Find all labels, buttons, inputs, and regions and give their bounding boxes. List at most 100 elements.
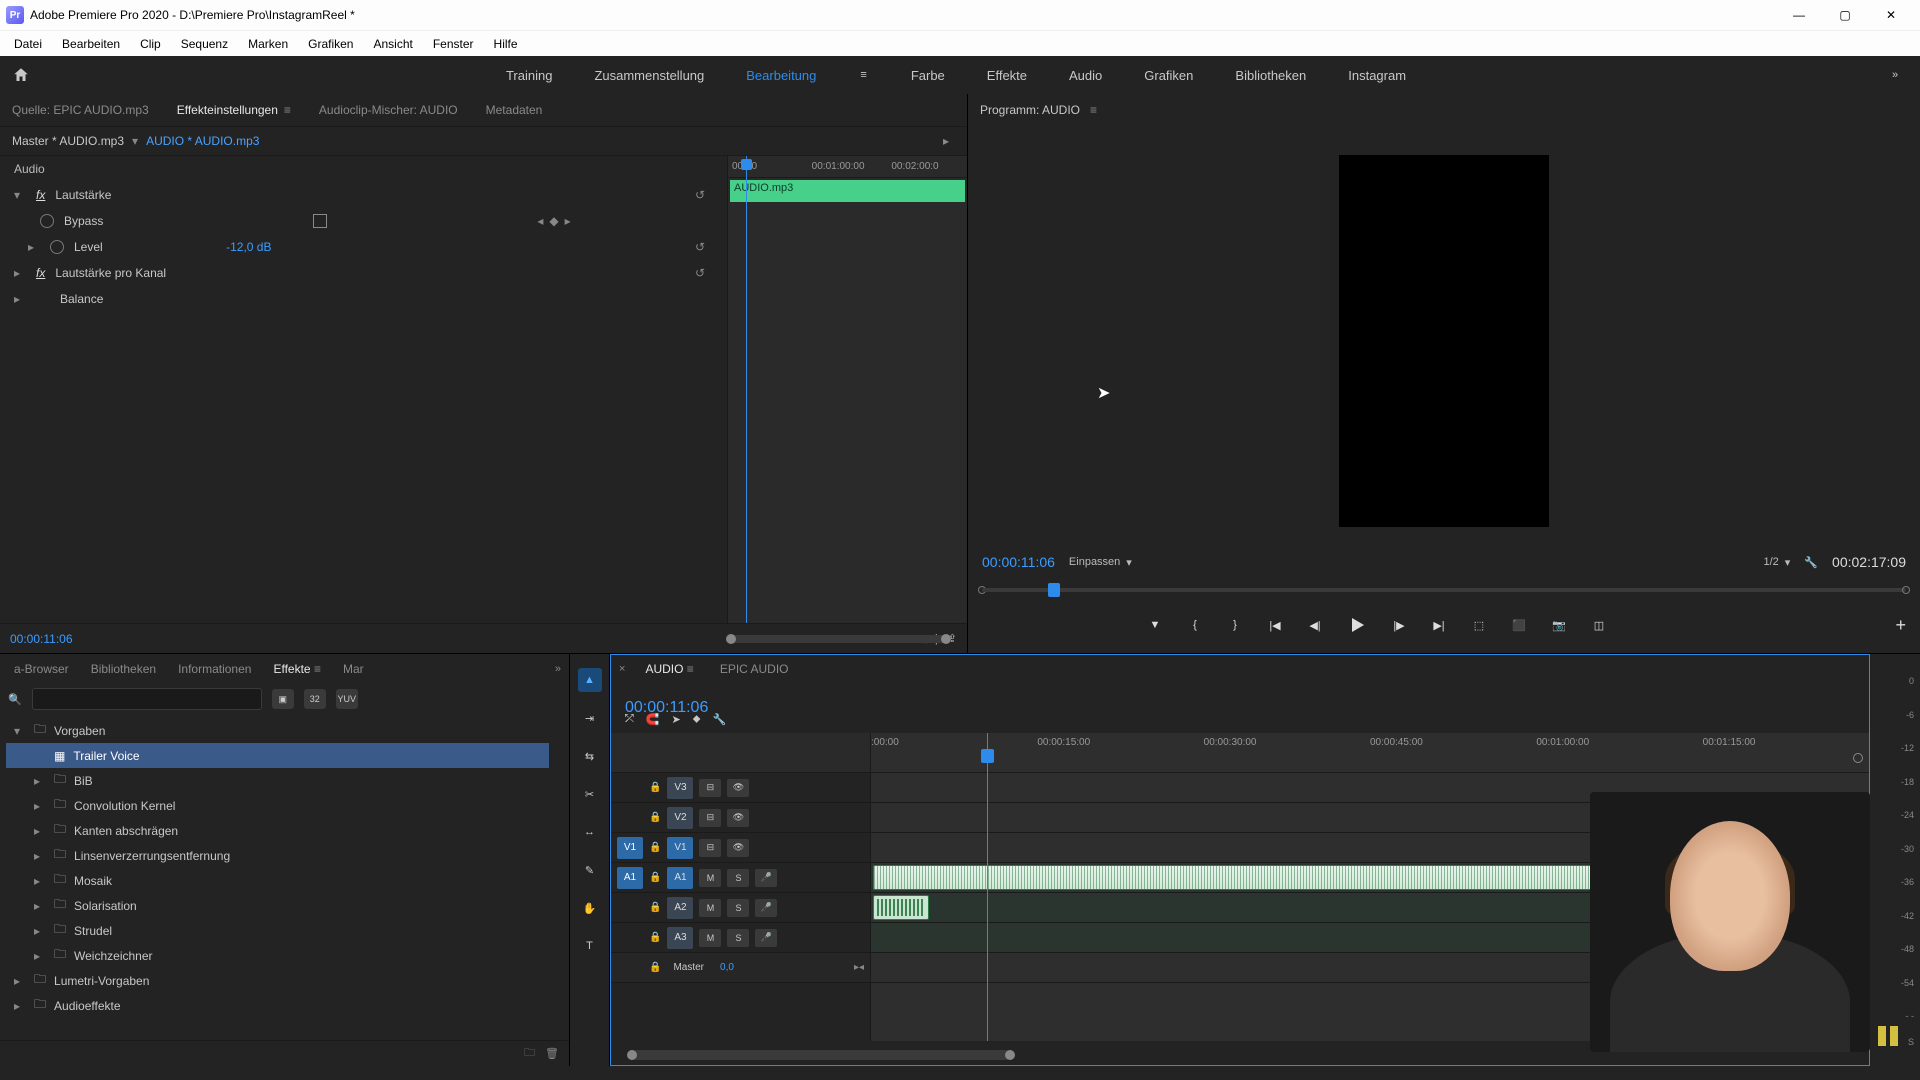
- sync-lock-icon[interactable]: ⊟: [699, 809, 721, 827]
- level-value[interactable]: -12,0 dB: [226, 240, 271, 254]
- tree-node-audiofx[interactable]: ▸🗀Audioeffekte: [6, 993, 549, 1018]
- tree-node-solar[interactable]: ▸🗀Solarisation: [6, 893, 549, 918]
- program-playhead[interactable]: [1048, 583, 1060, 597]
- settings-icon[interactable]: 🔧: [712, 713, 726, 726]
- tab-info[interactable]: Informationen: [172, 658, 257, 680]
- go-to-out-button[interactable]: ▶|: [1426, 612, 1452, 638]
- timeline-ruler[interactable]: :00:00 00:00:15:00 00:00:30:00 00:00:45:…: [871, 733, 1869, 773]
- ws-training[interactable]: Training: [502, 62, 556, 89]
- tree-node-bevel[interactable]: ▸🗀Kanten abschrägen: [6, 818, 549, 843]
- level-keyframe-toggle[interactable]: [50, 240, 64, 254]
- audio-clip-short[interactable]: [873, 895, 929, 920]
- program-viewport[interactable]: [968, 134, 1920, 547]
- menu-ansicht[interactable]: Ansicht: [363, 37, 422, 51]
- play-button[interactable]: [1342, 610, 1372, 640]
- lock-icon[interactable]: 🔒: [649, 902, 661, 913]
- ripple-edit-tool[interactable]: ⇆: [578, 744, 602, 768]
- marker-icon[interactable]: ⬥: [693, 713, 701, 726]
- tree-node-convolution[interactable]: ▸🗀Convolution Kernel: [6, 793, 549, 818]
- tab-markers[interactable]: Mar: [337, 658, 370, 680]
- linked-selection-toggle[interactable]: 🧲: [646, 713, 660, 726]
- timeline-tab-epic-audio[interactable]: EPIC AUDIO: [714, 658, 795, 680]
- menu-sequenz[interactable]: Sequenz: [171, 37, 238, 51]
- eye-icon[interactable]: 👁: [727, 809, 749, 827]
- ws-instagram[interactable]: Instagram: [1344, 62, 1410, 89]
- fx-toggle[interactable]: fx: [36, 188, 45, 202]
- menu-bearbeiten[interactable]: Bearbeiten: [52, 37, 130, 51]
- menu-clip[interactable]: Clip: [130, 37, 171, 51]
- solo-button[interactable]: S: [727, 869, 749, 887]
- fx-badge-accelerated[interactable]: ▣: [272, 689, 294, 709]
- source-timecode[interactable]: 00:00:11:06: [10, 632, 73, 646]
- tab-metadata[interactable]: Metadaten: [480, 99, 549, 121]
- lock-icon[interactable]: 🔒: [649, 812, 661, 823]
- ws-menu-icon[interactable]: ≡: [854, 69, 872, 81]
- maximize-button[interactable]: ▢: [1822, 0, 1868, 30]
- next-keyframe-icon[interactable]: ▸: [565, 214, 571, 228]
- mark-in-button[interactable]: {: [1182, 612, 1208, 638]
- tree-node-lens[interactable]: ▸🗀Linsenverzerrungsentfernung: [6, 843, 549, 868]
- track-header-v1[interactable]: V1🔒V1⊟👁: [611, 833, 870, 863]
- reset-volume-icon[interactable]: ↺: [695, 188, 705, 202]
- track-select-tool[interactable]: ⇥: [578, 706, 602, 730]
- close-tab-icon[interactable]: ×: [619, 663, 625, 675]
- lock-icon[interactable]: 🔒: [649, 782, 661, 793]
- mute-button[interactable]: M: [699, 929, 721, 947]
- tab-source[interactable]: Quelle: EPIC AUDIO.mp3: [6, 99, 155, 121]
- tree-node-twirl[interactable]: ▸🗀Strudel: [6, 918, 549, 943]
- new-bin-icon[interactable]: 🗀: [524, 1044, 535, 1063]
- bypass-keyframe-toggle[interactable]: [40, 214, 54, 228]
- lock-icon[interactable]: 🔒: [649, 962, 661, 973]
- timeline-zoom-scroll[interactable]: [631, 1050, 1011, 1060]
- tree-node-blur[interactable]: ▸🗀Weichzeichner: [6, 943, 549, 968]
- caret-down-icon[interactable]: ▾: [14, 188, 26, 202]
- tree-node-trailer-voice[interactable]: ▦Trailer Voice: [6, 743, 549, 768]
- sequence-clip-link[interactable]: AUDIO * AUDIO.mp3: [146, 134, 259, 148]
- pen-tool[interactable]: ✎: [578, 858, 602, 882]
- ws-bibliotheken[interactable]: Bibliotheken: [1231, 62, 1310, 89]
- eye-icon[interactable]: 👁: [727, 839, 749, 857]
- program-timecode[interactable]: 00:00:11:06: [982, 554, 1055, 570]
- lock-icon[interactable]: 🔒: [649, 872, 661, 883]
- program-scrubber[interactable]: [982, 577, 1906, 603]
- lock-icon[interactable]: 🔒: [649, 932, 661, 943]
- minimize-button[interactable]: —: [1776, 0, 1822, 30]
- timeline-playhead[interactable]: [987, 733, 988, 1041]
- prev-keyframe-icon[interactable]: ◂: [537, 214, 543, 228]
- mute-button[interactable]: M: [699, 869, 721, 887]
- ws-farbe[interactable]: Farbe: [907, 62, 949, 89]
- effects-search-input[interactable]: [32, 688, 262, 710]
- track-header-a2[interactable]: 🔒A2MS🎤: [611, 893, 870, 923]
- menu-hilfe[interactable]: Hilfe: [484, 37, 528, 51]
- expand-icon[interactable]: ▸◂: [854, 962, 864, 973]
- type-tool[interactable]: T: [578, 934, 602, 958]
- selection-tool[interactable]: ▲: [578, 668, 602, 692]
- home-button[interactable]: [0, 66, 42, 84]
- add-marker-timeline[interactable]: ➤: [672, 713, 681, 726]
- wrench-icon[interactable]: 🔧: [1804, 556, 1818, 569]
- play-icon[interactable]: ▸: [943, 134, 949, 148]
- mute-button[interactable]: M: [699, 899, 721, 917]
- menu-fenster[interactable]: Fenster: [423, 37, 484, 51]
- effect-timeline[interactable]: 00:00 00:01:00:00 00:02:00:0 AUDIO.mp3: [728, 156, 967, 623]
- step-forward-button[interactable]: |▶: [1386, 612, 1412, 638]
- tab-libraries[interactable]: Bibliotheken: [85, 658, 162, 680]
- track-header-a3[interactable]: 🔒A3MS🎤: [611, 923, 870, 953]
- ws-grafiken[interactable]: Grafiken: [1140, 62, 1197, 89]
- fx-badge-32bit[interactable]: 32: [304, 689, 326, 709]
- bypass-checkbox[interactable]: [313, 214, 327, 228]
- menu-marken[interactable]: Marken: [238, 37, 298, 51]
- fx-toggle[interactable]: fx: [36, 266, 45, 280]
- fx-badge-yuv[interactable]: YUV: [336, 689, 358, 709]
- track-header-v3[interactable]: 🔒V3⊟👁: [611, 773, 870, 803]
- go-to-in-button[interactable]: |◀: [1262, 612, 1288, 638]
- resolution-dropdown[interactable]: 1/2▾: [1764, 556, 1791, 569]
- sync-lock-icon[interactable]: ⊟: [699, 779, 721, 797]
- caret-right-icon[interactable]: ▸: [14, 292, 26, 306]
- tree-node-mosaic[interactable]: ▸🗀Mosaik: [6, 868, 549, 893]
- ws-audio[interactable]: Audio: [1065, 62, 1106, 89]
- ws-overflow-button[interactable]: »: [1870, 69, 1920, 81]
- tree-node-vorgaben[interactable]: ▾🗀Vorgaben: [6, 718, 549, 743]
- snap-toggle[interactable]: ⤱: [625, 713, 634, 726]
- extract-button[interactable]: ⬛: [1506, 612, 1532, 638]
